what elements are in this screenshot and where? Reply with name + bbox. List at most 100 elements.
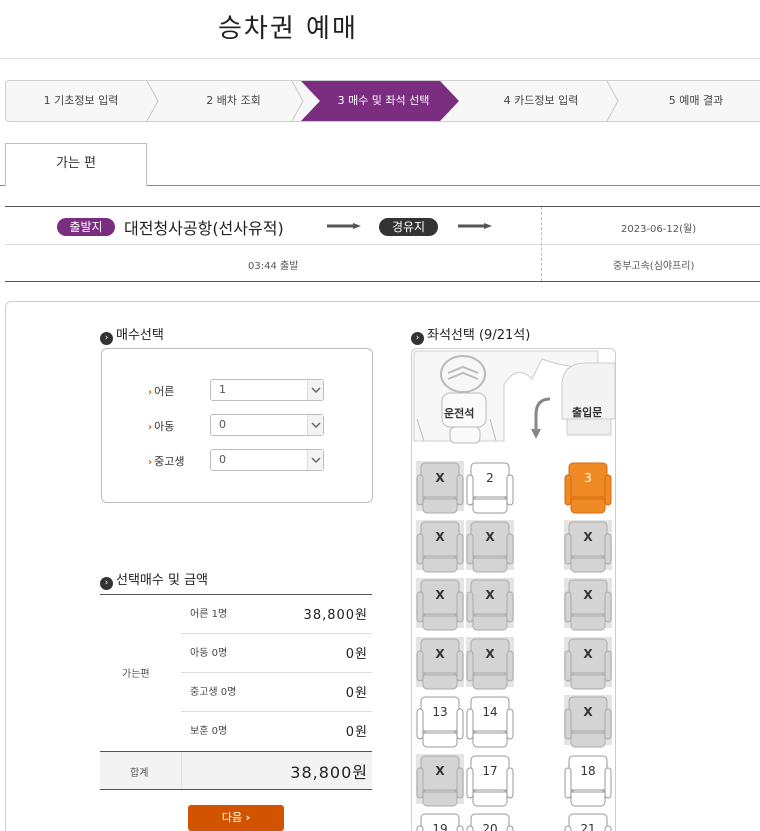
seat-label: X — [435, 471, 445, 485]
seat[interactable]: 18 — [564, 754, 612, 810]
chevron-down-icon — [307, 415, 323, 435]
seat-label: 20 — [482, 822, 498, 831]
adult-select-value: 1 — [219, 383, 226, 396]
seat-label: 17 — [482, 763, 498, 778]
seat: X — [564, 695, 612, 751]
chevron-circle-icon: › — [100, 577, 113, 590]
driver-seat-label: 운전석 — [444, 407, 475, 420]
seat: X — [416, 461, 464, 517]
seat-map: 운전석 출입문 X 2 3 X X X X X X X X X 13 14 X X 17 18 19 20 21 — [411, 348, 616, 831]
chevron-right-icon: › — [245, 811, 251, 824]
child-select-value: 0 — [219, 418, 226, 431]
seat[interactable]: 14 — [466, 695, 514, 751]
seat-label: X — [583, 529, 593, 544]
divider — [181, 752, 182, 789]
seat-label: X — [485, 529, 495, 544]
booking-page: 승차권 예매 1 기초정보 입력 2 배차 조회 3 매수 및 좌석 선택 4 … — [0, 0, 760, 831]
seat-label: 3 — [584, 471, 592, 485]
seat[interactable]: 19 — [416, 812, 464, 831]
seat[interactable]: 2 — [466, 461, 514, 517]
divider — [181, 633, 372, 634]
qty-label-student: › 중고생 — [148, 453, 185, 469]
seat: X — [564, 519, 612, 576]
arrow-right-icon — [327, 223, 361, 229]
quantity-title-label: 매수선택 — [116, 328, 164, 343]
seat: X — [466, 636, 514, 693]
seat-label: X — [485, 646, 495, 661]
chevron-circle-icon: › — [100, 332, 113, 345]
price-row-value: 0원 — [345, 725, 368, 740]
child-select[interactable]: 0 — [210, 414, 324, 436]
seat: X — [466, 578, 514, 634]
seat-title-label: 좌석선택 (9/21석) — [427, 328, 531, 343]
price-row-label: 보훈 0명 — [190, 726, 228, 737]
adult-select[interactable]: 1 — [210, 379, 324, 401]
price-title: › 선택매수 및 금액 — [100, 569, 208, 590]
chevron-circle-icon: › — [411, 332, 424, 345]
seat[interactable]: 20 — [466, 812, 514, 831]
step-4: 4 카드정보 입력 — [503, 94, 579, 107]
departure-date: 2023-06-12(월) — [621, 224, 697, 235]
tab-outbound[interactable]: 가는 편 — [5, 143, 147, 186]
divider — [181, 672, 372, 673]
chevron-right-icon: › — [148, 387, 153, 398]
arrow-right-icon — [458, 223, 492, 229]
price-row-label: 어른 1명 — [190, 609, 228, 620]
booking-panel: › 매수선택 › 어른 1 › 아동 0 › 중고생 0 › 선택매수 및 금액 가는편 … — [5, 301, 760, 831]
seat-label: 14 — [482, 705, 498, 719]
price-row-value: 0원 — [345, 647, 368, 662]
price-row-value: 38,800원 — [303, 608, 368, 623]
qty-label-adult: › 어른 — [148, 383, 174, 399]
step-1: 1 기초정보 입력 — [43, 94, 119, 107]
seat[interactable]: 17 — [466, 754, 514, 810]
entrance-label: 출입문 — [572, 406, 603, 419]
seat: X — [416, 753, 464, 810]
seat: X — [416, 578, 464, 634]
divider — [0, 58, 760, 59]
seat: X — [416, 519, 464, 576]
price-row-label: 중고생 0명 — [190, 687, 237, 698]
seat-label: X — [485, 588, 495, 602]
seat[interactable]: 13 — [416, 695, 464, 751]
seat-label: X — [435, 529, 445, 544]
seat: X — [466, 519, 514, 576]
next-button[interactable]: 다음 › — [188, 805, 284, 831]
price-row-value: 0원 — [345, 686, 368, 701]
next-button-label: 다음 — [221, 811, 243, 824]
step-5: 5 예매 결과 — [668, 94, 724, 107]
price-title-label: 선택매수 및 금액 — [116, 573, 208, 588]
page-title: 승차권 예매 — [218, 14, 358, 44]
seat-label: X — [435, 588, 445, 602]
departure-time: 03:44 출발 — [248, 261, 299, 272]
chevron-right-icon: › — [148, 422, 153, 433]
seat-label: 19 — [432, 822, 448, 831]
divider — [100, 594, 372, 595]
divider — [5, 244, 760, 245]
seat-title: › 좌석선택 (9/21석) — [411, 324, 530, 345]
seat[interactable]: 3 — [564, 461, 612, 517]
seat-label: 21 — [580, 822, 596, 831]
student-select[interactable]: 0 — [210, 449, 324, 471]
via-badge: 경유지 — [379, 218, 438, 236]
seat-label: X — [583, 646, 593, 661]
total-value: 38,800원 — [290, 763, 368, 782]
quantity-box: › 어른 1 › 아동 0 › 중고생 0 — [101, 348, 373, 503]
seat: X — [416, 636, 464, 693]
quantity-title: › 매수선택 — [100, 324, 164, 345]
seat-label: X — [435, 646, 445, 661]
qty-label-text: 어른 — [154, 385, 175, 398]
seat: X — [564, 636, 612, 693]
seat-label: X — [435, 763, 445, 778]
step-progress-bar: 1 기초정보 입력 2 배차 조회 3 매수 및 좌석 선택 4 카드정보 입력… — [5, 80, 760, 122]
seat: X — [564, 578, 612, 634]
seat[interactable]: 21 — [564, 812, 612, 831]
price-row-label: 아동 0명 — [190, 648, 228, 659]
total-label: 합계 — [130, 768, 149, 779]
price-group-label: 가는편 — [122, 669, 150, 680]
bus-company: 중부고속(심야프리) — [613, 261, 695, 272]
depart-badge: 출발지 — [57, 218, 115, 236]
chevron-right-icon: › — [148, 457, 153, 468]
depart-terminal: 대전청사공항(선사유적) — [124, 219, 284, 238]
step-2: 2 배차 조회 — [206, 94, 261, 107]
step-3: 3 매수 및 좌석 선택 — [337, 94, 430, 107]
